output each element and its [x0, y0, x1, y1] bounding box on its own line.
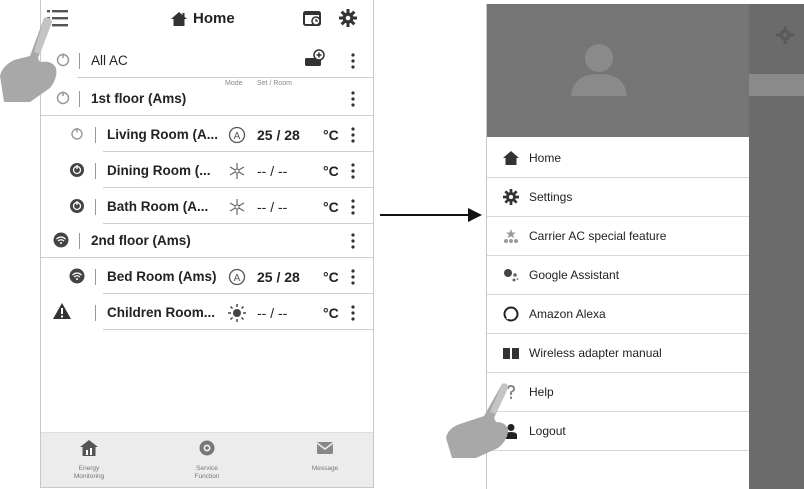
- menu-item-google-assistant[interactable]: Google Assistant: [487, 256, 749, 295]
- menu-item-home[interactable]: Home: [487, 139, 749, 178]
- tab-label: Service: [196, 465, 218, 472]
- temperature: -- / --: [257, 199, 288, 215]
- arrow-icon: [380, 208, 482, 222]
- menu-item-wireless-adapter-manual[interactable]: Wireless adapter manual: [487, 334, 749, 373]
- menu-item-label: Wireless adapter manual: [529, 346, 662, 360]
- row-name: Bath Room (A...: [107, 199, 209, 214]
- stars-icon: [504, 229, 518, 243]
- house-chart-icon: [80, 440, 98, 456]
- cool-mode-icon: [229, 199, 245, 215]
- temperature-unit: °C: [323, 269, 339, 285]
- svg-text:A: A: [234, 273, 241, 284]
- tab-label: Function: [194, 473, 220, 480]
- menu-item-label: Carrier AC special feature: [529, 229, 667, 243]
- auto-mode-icon: A: [228, 268, 246, 286]
- menu-item-label: Google Assistant: [529, 268, 620, 282]
- row-name: 2nd floor (Ams): [91, 233, 191, 248]
- navigation-drawer: Home Settings Carrier AC special feature…: [486, 4, 749, 489]
- tab-service-function[interactable]: Service Function: [167, 439, 247, 481]
- tab-label: Monitoring: [73, 473, 105, 480]
- gear-icon: [503, 189, 519, 205]
- home-icon: [503, 151, 519, 165]
- row-name: Living Room (A...: [107, 127, 218, 142]
- menu-item-help[interactable]: Help: [487, 373, 749, 412]
- list-item[interactable]: 1st floor (Ams): [41, 82, 373, 116]
- temperature: -- / --: [257, 305, 288, 321]
- menu-item-logout[interactable]: Logout: [487, 412, 749, 451]
- svg-text:A: A: [234, 131, 241, 142]
- warning-icon[interactable]: [53, 303, 71, 320]
- pointing-hand-icon: [446, 383, 508, 458]
- row-name: Bed Room (Ams): [107, 269, 217, 284]
- list-item[interactable]: 2nd floor (Ams): [41, 224, 373, 258]
- list-item[interactable]: Bed Room (Ams) A 25 / 28 °C: [41, 260, 373, 294]
- tab-message[interactable]: Message: [285, 439, 365, 473]
- page-title-text: Home: [193, 10, 235, 27]
- envelope-icon: [316, 442, 334, 454]
- avatar-icon[interactable]: [567, 38, 631, 96]
- power-on-icon[interactable]: [69, 198, 85, 214]
- row-name: Children Room...: [107, 305, 215, 320]
- temperature: 25 / 28: [257, 269, 300, 285]
- tab-energy-monitoring[interactable]: Energy Monitoring: [49, 439, 129, 481]
- row-name: Dining Room (...: [107, 163, 211, 178]
- temperature-unit: °C: [323, 305, 339, 321]
- list-item[interactable]: Living Room (A... A 25 / 28 °C: [41, 118, 373, 152]
- list-item[interactable]: Bath Room (A... -- / -- °C: [41, 190, 373, 224]
- auto-mode-icon: A: [228, 126, 246, 144]
- wifi-off-icon[interactable]: [69, 268, 85, 284]
- page-title: Home: [171, 10, 235, 27]
- cool-mode-icon: [229, 163, 245, 179]
- menu-item-label: Home: [529, 151, 562, 165]
- service-icon: [199, 440, 215, 456]
- add-ac-icon[interactable]: [303, 48, 325, 70]
- power-on-icon[interactable]: [69, 162, 85, 178]
- drawer-header: [487, 4, 749, 137]
- more-options-icon[interactable]: [349, 162, 357, 180]
- power-icon[interactable]: [69, 126, 85, 142]
- temperature: -- / --: [257, 163, 288, 179]
- bottom-navigation: Energy Monitoring Service Function Message: [41, 432, 373, 487]
- menu-item-settings[interactable]: Settings: [487, 178, 749, 217]
- more-options-icon[interactable]: [349, 232, 357, 250]
- row-name: 1st floor (Ams): [91, 91, 187, 106]
- drawer-screen: Home Settings Carrier AC special feature…: [486, 4, 804, 489]
- home-icon: [171, 11, 187, 26]
- temperature: 25 / 28: [257, 127, 300, 143]
- list-item[interactable]: Dining Room (... -- / -- °C: [41, 154, 373, 188]
- dimmed-list-row: [748, 74, 804, 96]
- heat-mode-icon: [228, 304, 246, 322]
- temperature-unit: °C: [323, 163, 339, 179]
- temperature-unit: °C: [323, 199, 339, 215]
- menu-item-label: Amazon Alexa: [529, 307, 606, 321]
- menu-item-label: Settings: [529, 190, 573, 204]
- more-options-icon[interactable]: [349, 90, 357, 108]
- google-assistant-icon: [504, 269, 519, 282]
- menu-item-label: Logout: [529, 424, 566, 438]
- gear-icon: [776, 26, 794, 44]
- more-options-icon[interactable]: [349, 198, 357, 216]
- book-icon: [503, 348, 519, 359]
- tab-label: Energy: [78, 465, 100, 472]
- schedule-icon[interactable]: [303, 9, 323, 27]
- top-bar: Home: [41, 0, 373, 38]
- menu-item-label: Help: [529, 385, 554, 399]
- list-item[interactable]: All AC: [41, 44, 373, 78]
- gear-icon[interactable]: [339, 9, 357, 27]
- more-options-icon[interactable]: [349, 304, 357, 322]
- alexa-icon: [503, 306, 519, 322]
- list-item[interactable]: Children Room... -- / -- °C: [41, 296, 373, 330]
- row-name: All AC: [91, 53, 128, 68]
- pointing-hand-icon: [0, 17, 57, 102]
- more-options-icon[interactable]: [349, 268, 357, 286]
- home-screen: Home All AC Mode Set / Room 1st floor (A…: [40, 0, 374, 488]
- menu-item-carrier-special-feature[interactable]: Carrier AC special feature: [487, 217, 749, 256]
- more-options-icon[interactable]: [349, 126, 357, 144]
- wifi-off-icon[interactable]: [53, 232, 69, 248]
- tab-label: Message: [311, 465, 339, 472]
- temperature-unit: °C: [323, 127, 339, 143]
- more-options-icon[interactable]: [349, 52, 357, 70]
- menu-item-amazon-alexa[interactable]: Amazon Alexa: [487, 295, 749, 334]
